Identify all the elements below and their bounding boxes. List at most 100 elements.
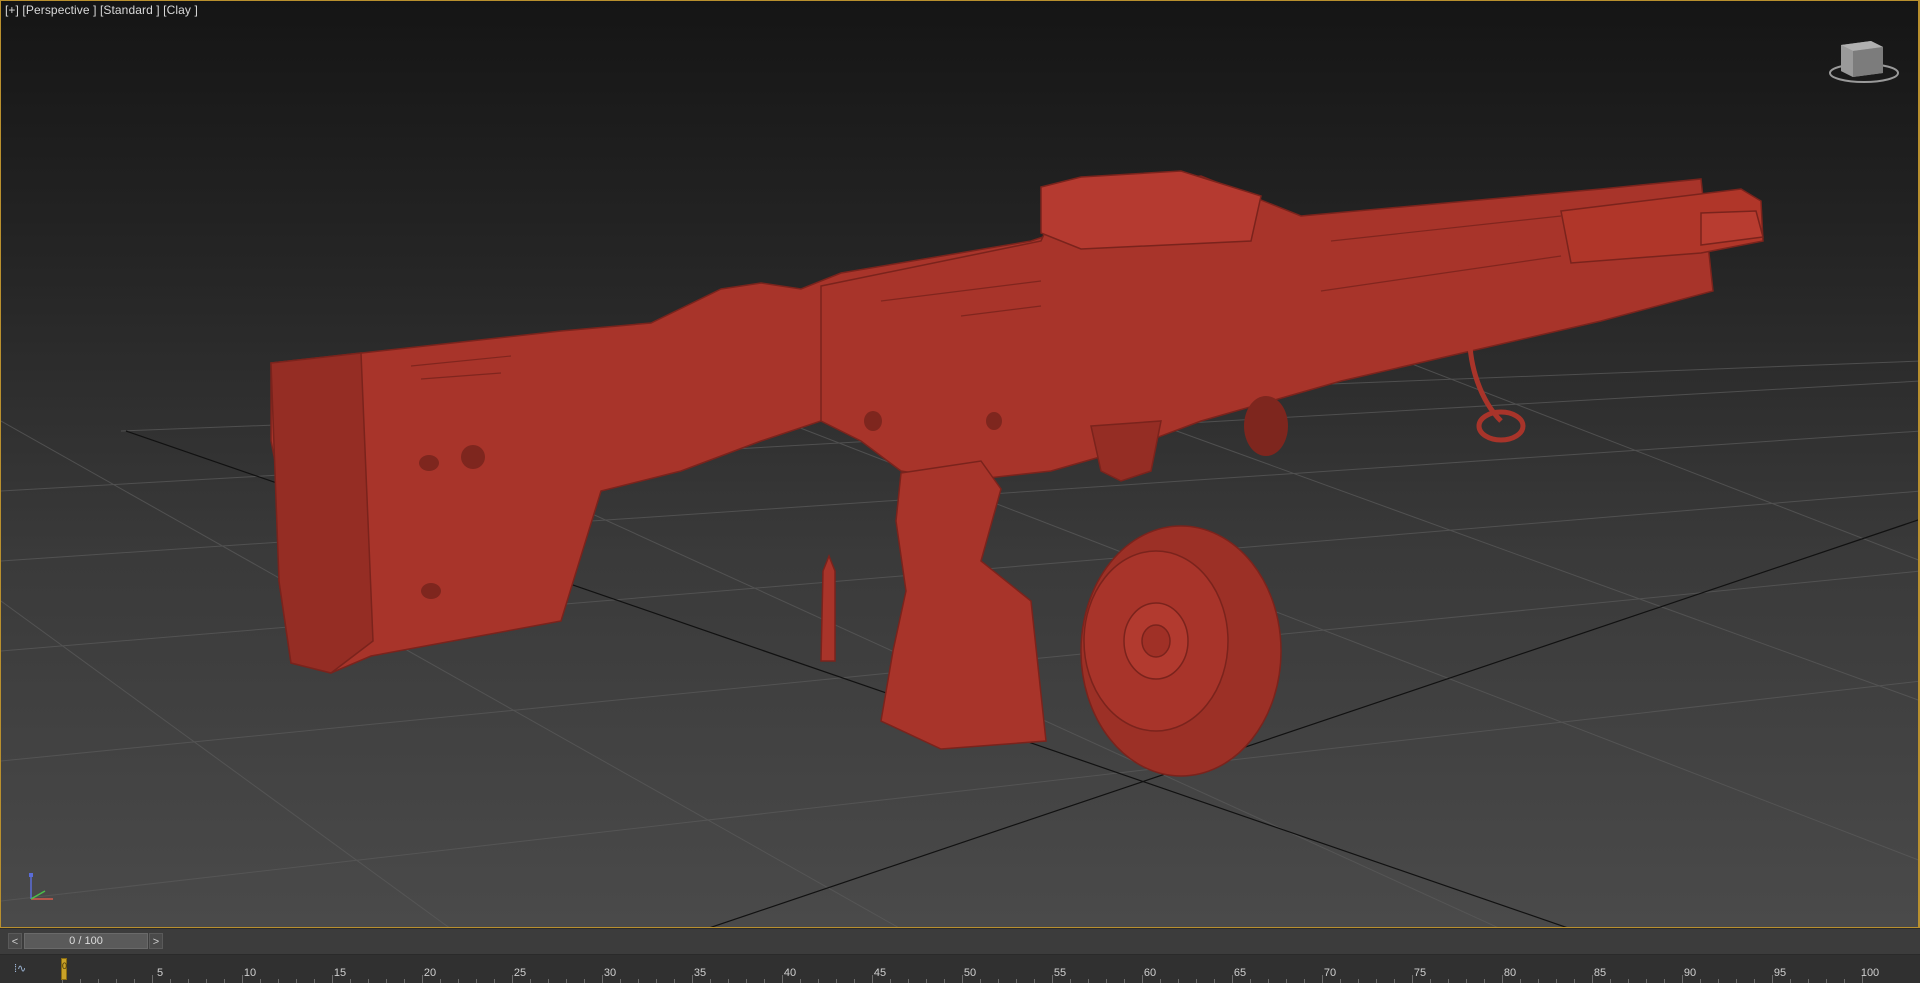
- ruler-tick: [1178, 979, 1179, 983]
- ruler-tick: [1700, 979, 1701, 983]
- rifle-model: [270, 170, 1764, 777]
- ruler-tick: [1754, 979, 1755, 983]
- ruler-tick: [134, 979, 135, 983]
- track-bar[interactable]: ⁞∿ 5 10 15 20 25 30 35 40 45 50 55 60 65 70 75 80 85 90 95…: [0, 954, 1920, 983]
- ruler-tick-label: 60: [1143, 967, 1157, 979]
- ruler-tick: [1394, 979, 1395, 983]
- ruler-tick: [1214, 979, 1215, 983]
- ruler-tick: [458, 979, 459, 983]
- ruler-tick: [206, 979, 207, 983]
- ruler-tick: [674, 979, 675, 983]
- ruler-tick: [656, 979, 657, 983]
- ruler-tick: [1484, 979, 1485, 983]
- ruler-tick: [1160, 979, 1161, 983]
- ruler-tick-label: 90: [1683, 967, 1697, 979]
- ruler-tick: [278, 979, 279, 983]
- ruler-tick: [1844, 979, 1845, 983]
- ruler-tick-label: 15: [333, 967, 347, 979]
- ruler-tick: [710, 979, 711, 983]
- ruler-tick: [440, 979, 441, 983]
- ruler-tick: [764, 979, 765, 983]
- ruler-tick: [1646, 979, 1647, 983]
- ruler-tick: [1070, 979, 1071, 983]
- ruler-tick: [1448, 979, 1449, 983]
- ruler-tick: [638, 979, 639, 983]
- current-frame-marker-label: 0: [62, 961, 68, 971]
- ruler-tick: [1466, 979, 1467, 983]
- ruler-tick: [908, 979, 909, 983]
- ruler-tick: [1718, 979, 1719, 983]
- ruler-tick: [1664, 979, 1665, 983]
- ruler-tick: [368, 979, 369, 983]
- ruler-tick-label: 100: [1860, 967, 1880, 979]
- ruler-tick-label: 70: [1323, 967, 1337, 979]
- ruler-tick: [1430, 979, 1431, 983]
- ruler-tick: [1250, 979, 1251, 983]
- ruler-tick: [1520, 979, 1521, 983]
- previous-frame-button[interactable]: <: [8, 933, 22, 949]
- current-frame-marker[interactable]: 0: [61, 958, 67, 980]
- ruler-tick: [530, 979, 531, 983]
- ruler-tick-label: 10: [243, 967, 257, 979]
- ruler-tick: [1628, 979, 1629, 983]
- ruler-tick: [926, 979, 927, 983]
- ruler-tick: [1538, 979, 1539, 983]
- ruler-tick: [1736, 979, 1737, 983]
- ruler-tick: [1808, 979, 1809, 983]
- ruler-tick: [1790, 979, 1791, 983]
- ruler-tick: [494, 979, 495, 983]
- ruler-tick: [1286, 979, 1287, 983]
- ruler-tick: [1340, 979, 1341, 983]
- time-slider[interactable]: < 0 / 100 >: [0, 928, 1920, 955]
- ruler-tick-label: 85: [1593, 967, 1607, 979]
- ruler-tick-label: 45: [873, 967, 887, 979]
- frame-ruler[interactable]: 5 10 15 20 25 30 35 40 45 50 55 60 65 70 75 80 85 90 95 100: [62, 955, 1882, 983]
- viewport-label-menu[interactable]: [+] [Perspective ] [Standard ] [Clay ]: [5, 3, 198, 17]
- ruler-tick: [404, 979, 405, 983]
- ruler-tick-label: 30: [603, 967, 617, 979]
- perspective-viewport[interactable]: [+] [Perspective ] [Standard ] [Clay ]: [0, 0, 1920, 928]
- ruler-tick-label: 75: [1413, 967, 1427, 979]
- ruler-tick-label: 65: [1233, 967, 1247, 979]
- ruler-tick: [170, 979, 171, 983]
- ruler-tick: [350, 979, 351, 983]
- frame-counter-slider[interactable]: 0 / 100: [24, 933, 148, 949]
- ruler-tick-label: 55: [1053, 967, 1067, 979]
- ruler-tick: [1106, 979, 1107, 983]
- ruler-tick: [314, 979, 315, 983]
- next-frame-button[interactable]: >: [149, 933, 163, 949]
- ruler-tick: [80, 979, 81, 983]
- ruler-tick: [1376, 979, 1377, 983]
- ruler-tick: [1556, 979, 1557, 983]
- ruler-tick: [746, 979, 747, 983]
- viewport-scene: [1, 170, 1918, 927]
- ruler-tick: [1016, 979, 1017, 983]
- ruler-tick: [1610, 979, 1611, 983]
- ruler-tick: [476, 979, 477, 983]
- curve-editor-toggle-icon[interactable]: ⁞∿: [14, 961, 44, 977]
- ruler-tick: [1088, 979, 1089, 983]
- ruler-tick-label: 20: [423, 967, 437, 979]
- ruler-tick: [854, 979, 855, 983]
- viewcube-icon[interactable]: [1827, 31, 1901, 85]
- ruler-tick: [386, 979, 387, 983]
- ruler-tick: [548, 979, 549, 983]
- ruler-tick: [620, 979, 621, 983]
- ruler-tick: [890, 979, 891, 983]
- ruler-tick: [296, 979, 297, 983]
- ruler-tick: [980, 979, 981, 983]
- ruler-tick: [800, 979, 801, 983]
- ruler-tick: [566, 979, 567, 983]
- ruler-tick: [1574, 979, 1575, 983]
- ruler-tick: [224, 979, 225, 983]
- ruler-tick: [98, 979, 99, 983]
- ruler-tick: [1196, 979, 1197, 983]
- ruler-tick: [944, 979, 945, 983]
- ruler-tick: [116, 979, 117, 983]
- ruler-tick-label: 25: [513, 967, 527, 979]
- ruler-tick: [1124, 979, 1125, 983]
- ruler-tick-label: 80: [1503, 967, 1517, 979]
- ruler-tick: [1358, 979, 1359, 983]
- ruler-tick-label: 50: [963, 967, 977, 979]
- ruler-tick: [836, 979, 837, 983]
